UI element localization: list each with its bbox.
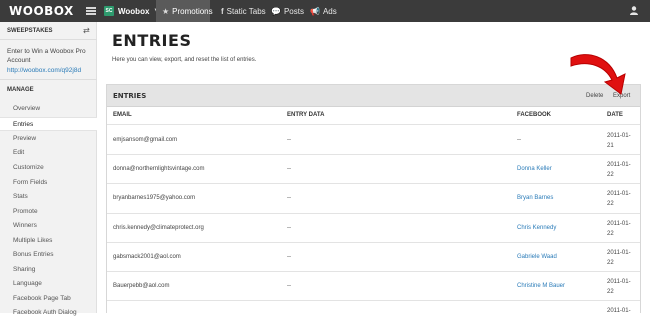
row-divider bbox=[107, 183, 640, 184]
entry-date: 2011-01-21 bbox=[607, 133, 631, 149]
sidebar-section-title: SWEEPSTAKES bbox=[7, 28, 53, 34]
promotion-link[interactable]: http://woobox.com/q92j8d bbox=[7, 67, 81, 74]
row-divider bbox=[107, 271, 640, 272]
nav-tab-static-tabs[interactable]: f Static Tabs bbox=[215, 0, 272, 22]
sidebar: SWEEPSTAKES ⇄ Enter to Win a Woobox Pro … bbox=[0, 22, 97, 316]
sidebar-item-sharing[interactable]: Sharing bbox=[0, 263, 97, 277]
top-nav-bar: WOOBOX SC Woobox ▼ ★ Promotions f Static… bbox=[0, 0, 650, 22]
column-header-entry-data[interactable]: ENTRY DATA bbox=[287, 112, 324, 118]
sidebar-item-facebook-auth-dialog[interactable]: Facebook Auth Dialog bbox=[0, 306, 97, 320]
chat-icon: 💬 bbox=[271, 6, 281, 16]
facebook-icon: f bbox=[221, 6, 224, 16]
entry-date: 2011-01-22 bbox=[607, 221, 631, 237]
entry-data: -- bbox=[287, 166, 291, 172]
entry-facebook-link[interactable]: Chris Kennedy bbox=[517, 225, 556, 231]
megaphone-icon: 📢 bbox=[310, 6, 320, 16]
account-name: Woobox bbox=[118, 6, 150, 16]
user-icon[interactable] bbox=[630, 6, 638, 15]
row-divider bbox=[107, 300, 640, 301]
nav-tab-promotions[interactable]: ★ Promotions bbox=[156, 0, 213, 22]
sidebar-item-multiple-likes[interactable]: Multiple Likes bbox=[0, 234, 97, 248]
manage-heading: MANAGE bbox=[7, 87, 34, 93]
entry-data: -- bbox=[287, 195, 291, 201]
nav-tab-label: Promotions bbox=[172, 6, 213, 16]
entry-date: 2011-01- bbox=[607, 308, 631, 314]
account-badge: SC bbox=[104, 6, 114, 16]
row-divider bbox=[107, 124, 640, 125]
account-switcher[interactable]: SC Woobox ▼ bbox=[104, 5, 159, 17]
sidebar-item-language[interactable]: Language bbox=[0, 277, 97, 291]
column-header-date[interactable]: DATE bbox=[607, 112, 623, 118]
divider bbox=[0, 79, 97, 80]
panel-header: ENTRIES Delete Export bbox=[107, 85, 640, 107]
entry-email: gabsmack2001@aol.com bbox=[113, 254, 181, 260]
row-divider bbox=[107, 213, 640, 214]
entry-facebook-link[interactable]: Bryan Barnes bbox=[517, 195, 553, 201]
page-description: Here you can view, export, and reset the… bbox=[112, 57, 257, 63]
annotation-arrow-icon bbox=[570, 54, 626, 95]
entry-date: 2011-01-22 bbox=[607, 250, 631, 266]
nav-tab-label: Ads bbox=[322, 6, 337, 16]
nav-tab-label: Posts bbox=[283, 6, 304, 16]
entry-facebook: -- bbox=[517, 137, 521, 143]
sidebar-item-preview[interactable]: Preview bbox=[0, 132, 97, 146]
panel-title: ENTRIES bbox=[113, 92, 147, 100]
entry-email: chris.kennedy@climateprotect.org bbox=[113, 225, 204, 231]
row-divider bbox=[107, 154, 640, 155]
woobox-logo[interactable]: WOOBOX bbox=[9, 4, 74, 18]
page-title: ENTRIES bbox=[112, 31, 192, 50]
entry-email: emjsansom@gmail.com bbox=[113, 137, 178, 143]
swap-icon[interactable]: ⇄ bbox=[83, 26, 90, 35]
hamburger-menu-icon[interactable] bbox=[86, 5, 96, 17]
sidebar-item-edit[interactable]: Edit bbox=[0, 146, 97, 160]
promotion-title: Enter to Win a Woobox Pro Account bbox=[7, 48, 86, 64]
sidebar-item-entries[interactable]: Entries bbox=[0, 117, 97, 131]
entry-data: -- bbox=[287, 254, 291, 260]
star-icon: ★ bbox=[162, 6, 170, 16]
sidebar-item-winners[interactable]: Winners bbox=[0, 219, 97, 233]
sidebar-item-promote[interactable]: Promote bbox=[0, 205, 97, 219]
entry-facebook-link[interactable]: Donna Keller bbox=[517, 166, 552, 172]
sidebar-item-overview[interactable]: Overview bbox=[0, 102, 97, 116]
divider bbox=[0, 39, 97, 40]
row-divider bbox=[107, 242, 640, 243]
sidebar-item-form-fields[interactable]: Form Fields bbox=[0, 176, 97, 190]
entry-facebook-link[interactable]: Christine M Bauer bbox=[517, 283, 565, 289]
entry-email: bryanbarnes1975@yahoo.com bbox=[113, 195, 196, 201]
entry-data: -- bbox=[287, 225, 291, 231]
nav-tab-label: Static Tabs bbox=[226, 6, 266, 16]
nav-tab-ads[interactable]: 📢 Ads bbox=[304, 0, 343, 22]
entry-facebook-link[interactable]: Gabriele Waad bbox=[517, 254, 557, 260]
entry-date: 2011-01-22 bbox=[607, 162, 631, 178]
entries-panel: ENTRIES Delete Export EMAIL ENTRY DATA F… bbox=[106, 84, 641, 314]
sidebar-item-stats[interactable]: Stats bbox=[0, 190, 97, 204]
column-header-email[interactable]: EMAIL bbox=[113, 112, 132, 118]
entry-date: 2011-01-22 bbox=[607, 191, 631, 207]
sidebar-item-facebook-page-tab[interactable]: Facebook Page Tab bbox=[0, 292, 97, 306]
entry-email: Bauerpebb@aol.com bbox=[113, 283, 170, 289]
sidebar-item-bonus-entries[interactable]: Bonus Entries bbox=[0, 248, 97, 262]
entry-data: -- bbox=[287, 283, 291, 289]
sidebar-item-customize[interactable]: Customize bbox=[0, 161, 97, 175]
entry-date: 2011-01-22 bbox=[607, 279, 631, 295]
entry-data: -- bbox=[287, 137, 291, 143]
column-header-facebook[interactable]: FACEBOOK bbox=[517, 112, 551, 118]
entry-email: donna@northernlightsvintage.com bbox=[113, 166, 205, 172]
